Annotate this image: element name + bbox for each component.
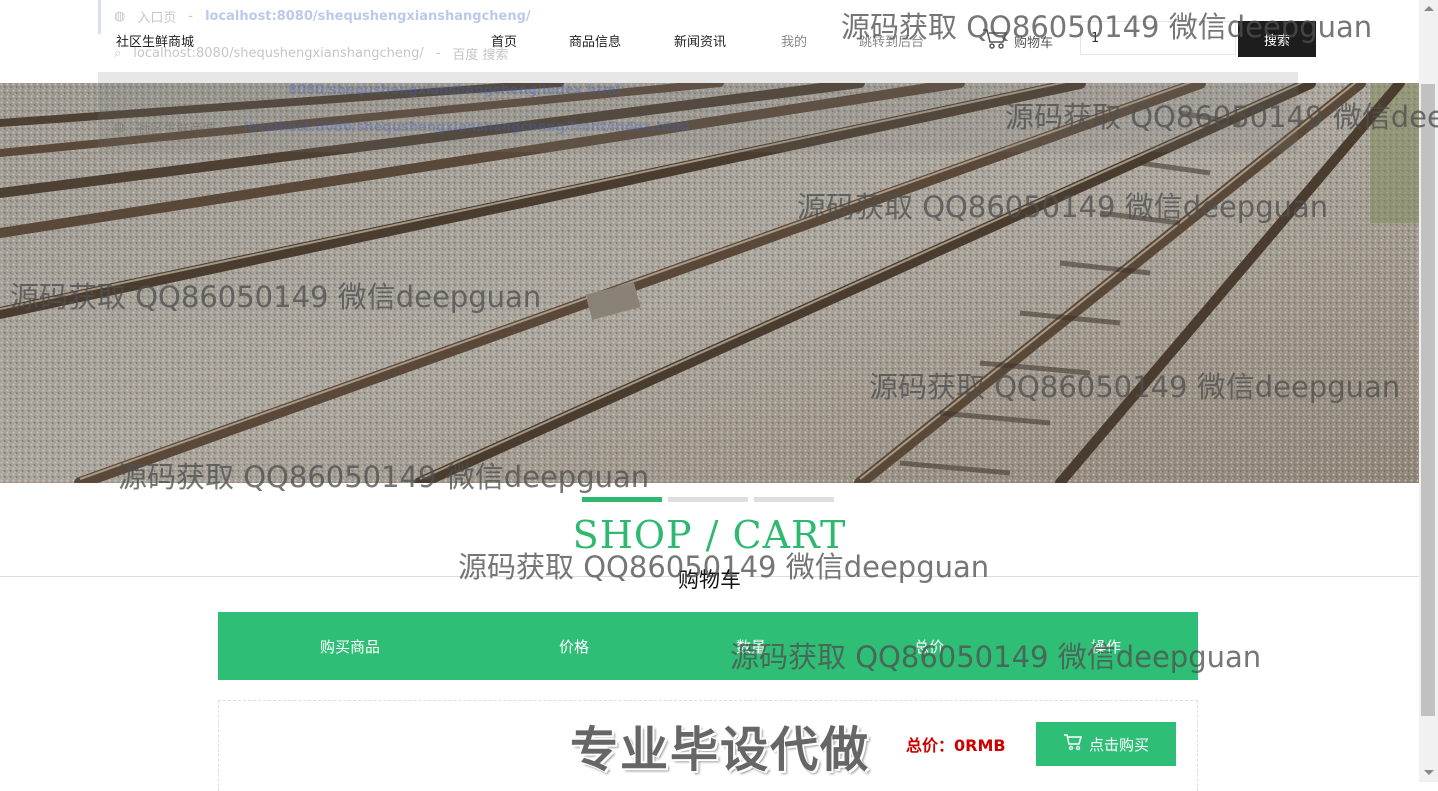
cart-total: 总价：0RMB [906,732,1006,756]
promo-stamp: 专业毕设代做 [570,722,871,778]
title-decoration-active [582,497,662,502]
cart-icon [1063,733,1083,755]
search-icon: ⌕ [114,45,122,61]
autocomplete-item[interactable]: ◍ 入口页 - localhost:8080/shequshengxiansha… [114,6,531,26]
autocomplete-item[interactable]: 8080/shequshengxianshangcheng/index.html [288,80,621,100]
col-price: 价格 [559,638,590,656]
cart-table-header: 购买商品 价格 数量 总价 操作 [218,612,1198,680]
address-autocomplete: ◍ 入口页 - localhost:8080/shequshengxiansha… [98,0,1298,152]
autocomplete-item[interactable]: ◍ 社区生鲜商城 - localhost:8080/shequshengxian… [114,117,690,137]
globe-icon: ◍ [114,119,126,135]
section-title-cn: 购物车 [0,564,1419,594]
scroll-down-icon[interactable] [1424,770,1434,775]
scrollbar-thumb[interactable] [1421,84,1435,716]
col-product: 购买商品 [320,638,381,656]
total-value: 0RMB [954,736,1006,755]
col-quantity: 数量 [736,638,767,656]
buy-button[interactable]: 点击购买 [1036,722,1176,766]
title-decoration [668,497,748,502]
title-decoration [754,497,834,502]
buy-button-label: 点击购买 [1088,735,1149,754]
autocomplete-dim [98,72,1298,152]
total-label: 总价： [906,736,955,755]
scroll-up-icon[interactable] [1424,6,1434,11]
col-total: 总价 [914,638,945,656]
globe-icon: ◍ [114,8,126,24]
autocomplete-highlight [98,0,101,34]
col-action: 操作 [1091,638,1122,656]
autocomplete-item[interactable]: ⌕ localhost:8080/shequshengxianshangchen… [114,43,509,63]
section-title-en: SHOP / CART [572,513,847,557]
